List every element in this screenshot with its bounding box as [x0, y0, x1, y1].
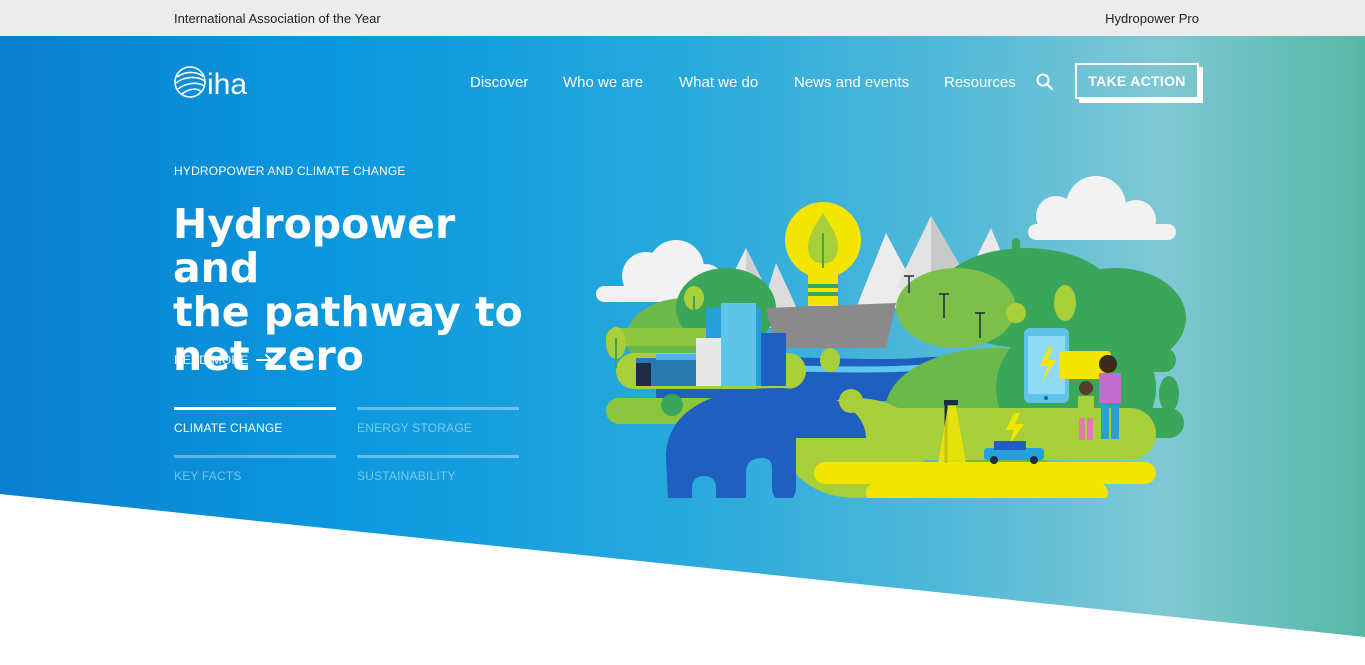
arrow-right-icon — [256, 354, 273, 366]
tab-label: SUSTAINABILITY — [357, 469, 456, 483]
headline-line-1: Hydropower and — [173, 200, 456, 292]
tab-indicator — [174, 455, 336, 458]
tab-label: ENERGY STORAGE — [357, 421, 473, 435]
tab-label: KEY FACTS — [174, 469, 242, 483]
read-more-link[interactable]: READ MORE — [174, 353, 274, 367]
tab-energy-storage[interactable]: ENERGY STORAGE — [357, 407, 519, 443]
top-utility-bar: International Association of the Year Hy… — [0, 0, 1365, 36]
award-label: International Association of the Year — [174, 11, 381, 26]
nav-discover[interactable]: Discover — [470, 74, 528, 91]
take-action-button[interactable]: TAKE ACTION — [1075, 63, 1199, 99]
tab-label: CLIMATE CHANGE — [174, 421, 283, 435]
nav-who-we-are[interactable]: Who we are — [563, 74, 643, 91]
yellow-road-lower — [866, 483, 1108, 498]
lightbulb-icon — [785, 202, 861, 306]
yellow-road — [814, 462, 1156, 484]
hydropower-landscape-illustration — [596, 176, 1186, 498]
tab-climate-change[interactable]: CLIMATE CHANGE — [174, 407, 336, 443]
hero-headline: Hydropower and the pathway to net zero — [173, 202, 553, 378]
cloud-right — [1028, 176, 1176, 240]
hero-section: iha Discover Who we are What we do News … — [0, 36, 1365, 637]
tab-sustainability[interactable]: SUSTAINABILITY — [357, 455, 519, 491]
nav-what-we-do[interactable]: What we do — [679, 74, 758, 91]
hero-eyebrow: HYDROPOWER AND CLIMATE CHANGE — [174, 164, 406, 178]
iha-logo[interactable]: iha — [173, 64, 257, 100]
tab-indicator — [357, 407, 519, 410]
tab-indicator — [174, 407, 336, 410]
tab-indicator — [357, 455, 519, 458]
hydropower-pro-link[interactable]: Hydropower Pro — [1105, 11, 1199, 26]
read-more-label: READ MORE — [174, 353, 249, 367]
search-icon[interactable] — [1035, 72, 1055, 92]
tab-key-facts[interactable]: KEY FACTS — [174, 455, 336, 491]
logo-text: iha — [207, 68, 247, 100]
nav-resources[interactable]: Resources — [944, 74, 1016, 91]
headline-line-2: the pathway to — [173, 288, 523, 336]
nav-news-and-events[interactable]: News and events — [794, 74, 909, 91]
